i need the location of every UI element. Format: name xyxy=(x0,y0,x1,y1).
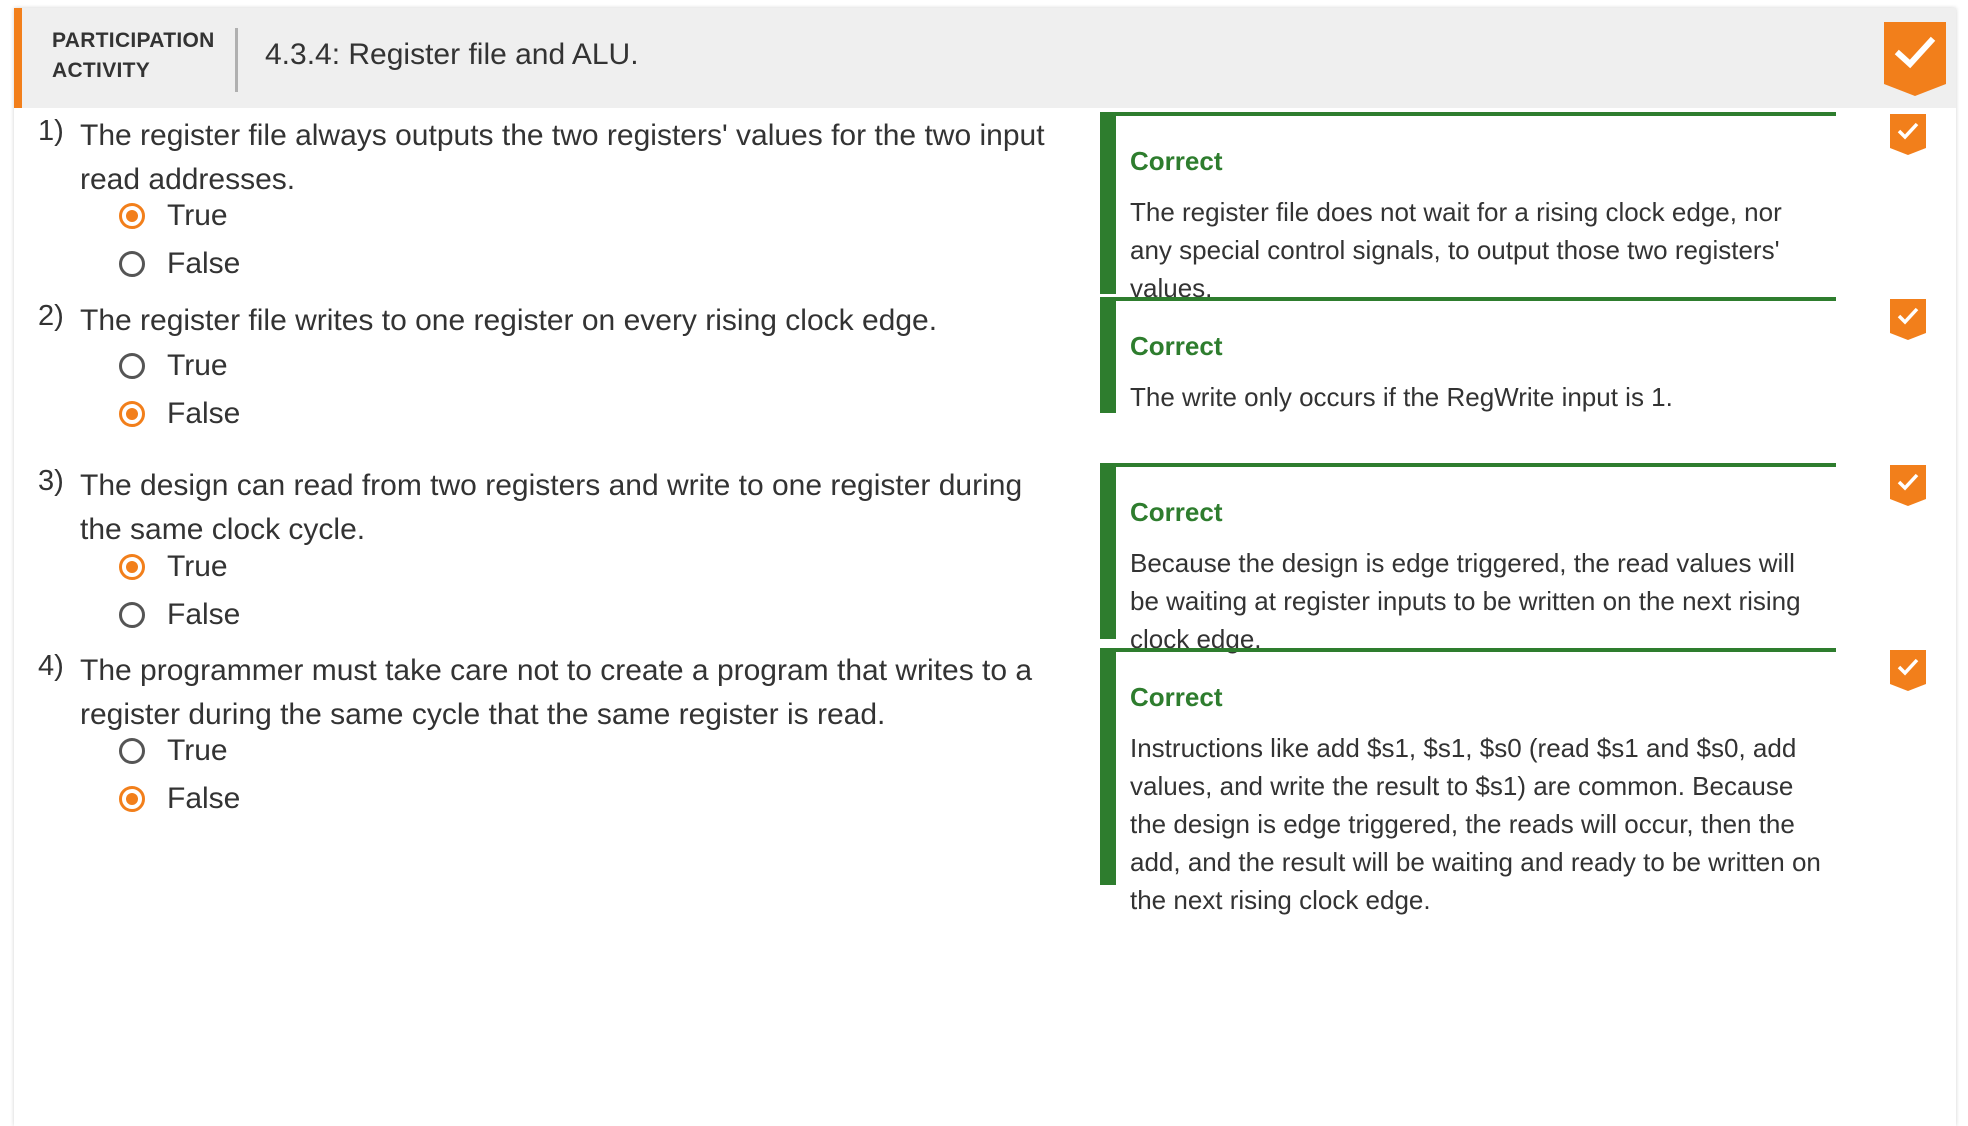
feedback-panel: Correct Instructions like add $s1, $s1, … xyxy=(1100,648,1836,915)
feedback-text: The write only occurs if the RegWrite in… xyxy=(1130,382,1673,412)
radio-selected-icon[interactable] xyxy=(119,786,145,812)
option-false[interactable]: False xyxy=(119,244,240,284)
radio-selected-icon[interactable] xyxy=(119,554,145,580)
completion-badge xyxy=(1884,22,1946,96)
question-text: The programmer must take care not to cre… xyxy=(80,654,1033,731)
option-label: False xyxy=(167,397,241,430)
option-label: True xyxy=(167,199,228,232)
feedback-title: Correct xyxy=(1130,146,1223,176)
question-complete-badge xyxy=(1890,114,1926,155)
radio-unselected-icon[interactable] xyxy=(119,251,145,277)
radio-unselected-icon[interactable] xyxy=(119,353,145,379)
option-label: False xyxy=(167,782,241,815)
feedback-title: Correct xyxy=(1130,682,1223,712)
question-complete-badge xyxy=(1890,299,1926,340)
radio-selected-icon[interactable] xyxy=(119,401,145,427)
radio-unselected-icon[interactable] xyxy=(119,738,145,764)
activity-title: 4.3.4: Register file and ALU. xyxy=(265,38,639,71)
question-text: The design can read from two registers a… xyxy=(80,469,1023,546)
feedback-text: Instructions like add $s1, $s1, $s0 (rea… xyxy=(1130,733,1821,915)
checkmark-icon xyxy=(1897,122,1919,140)
option-false[interactable]: False xyxy=(119,394,240,434)
checkmark-icon xyxy=(1897,473,1919,491)
radio-selected-icon[interactable] xyxy=(119,203,145,229)
participation-label-line2: ACTIVITY xyxy=(52,59,151,82)
feedback-text: Because the design is edge triggered, th… xyxy=(1130,548,1801,654)
option-label: True xyxy=(167,349,228,382)
option-true[interactable]: True xyxy=(119,346,228,386)
option-label: True xyxy=(167,550,228,583)
question-text: The register file writes to one register… xyxy=(80,304,938,337)
option-false[interactable]: False xyxy=(119,595,240,635)
participation-activity-label: PARTICIPATION ACTIVITY xyxy=(52,26,222,86)
checkmark-icon xyxy=(1897,658,1919,676)
activity-header: PARTICIPATION ACTIVITY 4.3.4: Register f… xyxy=(14,8,1956,108)
option-true[interactable]: True xyxy=(119,547,228,587)
option-true[interactable]: True xyxy=(119,731,228,771)
question-number: 2) xyxy=(38,300,64,332)
feedback-title: Correct xyxy=(1130,331,1223,361)
feedback-text: The register file does not wait for a ri… xyxy=(1130,197,1782,303)
feedback-panel: Correct The register file does not wait … xyxy=(1100,112,1836,303)
header-divider xyxy=(235,28,238,92)
question-number: 1) xyxy=(38,115,64,147)
option-label: False xyxy=(167,247,241,280)
radio-unselected-icon[interactable] xyxy=(119,602,145,628)
checkmark-icon xyxy=(1894,36,1936,69)
question-text: The register file always outputs the two… xyxy=(80,119,1045,196)
option-true[interactable]: True xyxy=(119,196,228,236)
question-complete-badge xyxy=(1890,650,1926,691)
feedback-panel: Correct Because the design is edge trigg… xyxy=(1100,463,1836,654)
option-false[interactable]: False xyxy=(119,779,240,819)
option-label: True xyxy=(167,734,228,767)
option-label: False xyxy=(167,598,241,631)
question-number: 3) xyxy=(38,465,64,497)
participation-activity-card: PARTICIPATION ACTIVITY 4.3.4: Register f… xyxy=(14,8,1956,1126)
feedback-title: Correct xyxy=(1130,497,1223,527)
participation-label-line1: PARTICIPATION xyxy=(52,29,215,52)
checkmark-icon xyxy=(1897,307,1919,325)
question-complete-badge xyxy=(1890,465,1926,506)
feedback-panel: Correct The write only occurs if the Reg… xyxy=(1100,297,1836,413)
question-number: 4) xyxy=(38,650,64,682)
